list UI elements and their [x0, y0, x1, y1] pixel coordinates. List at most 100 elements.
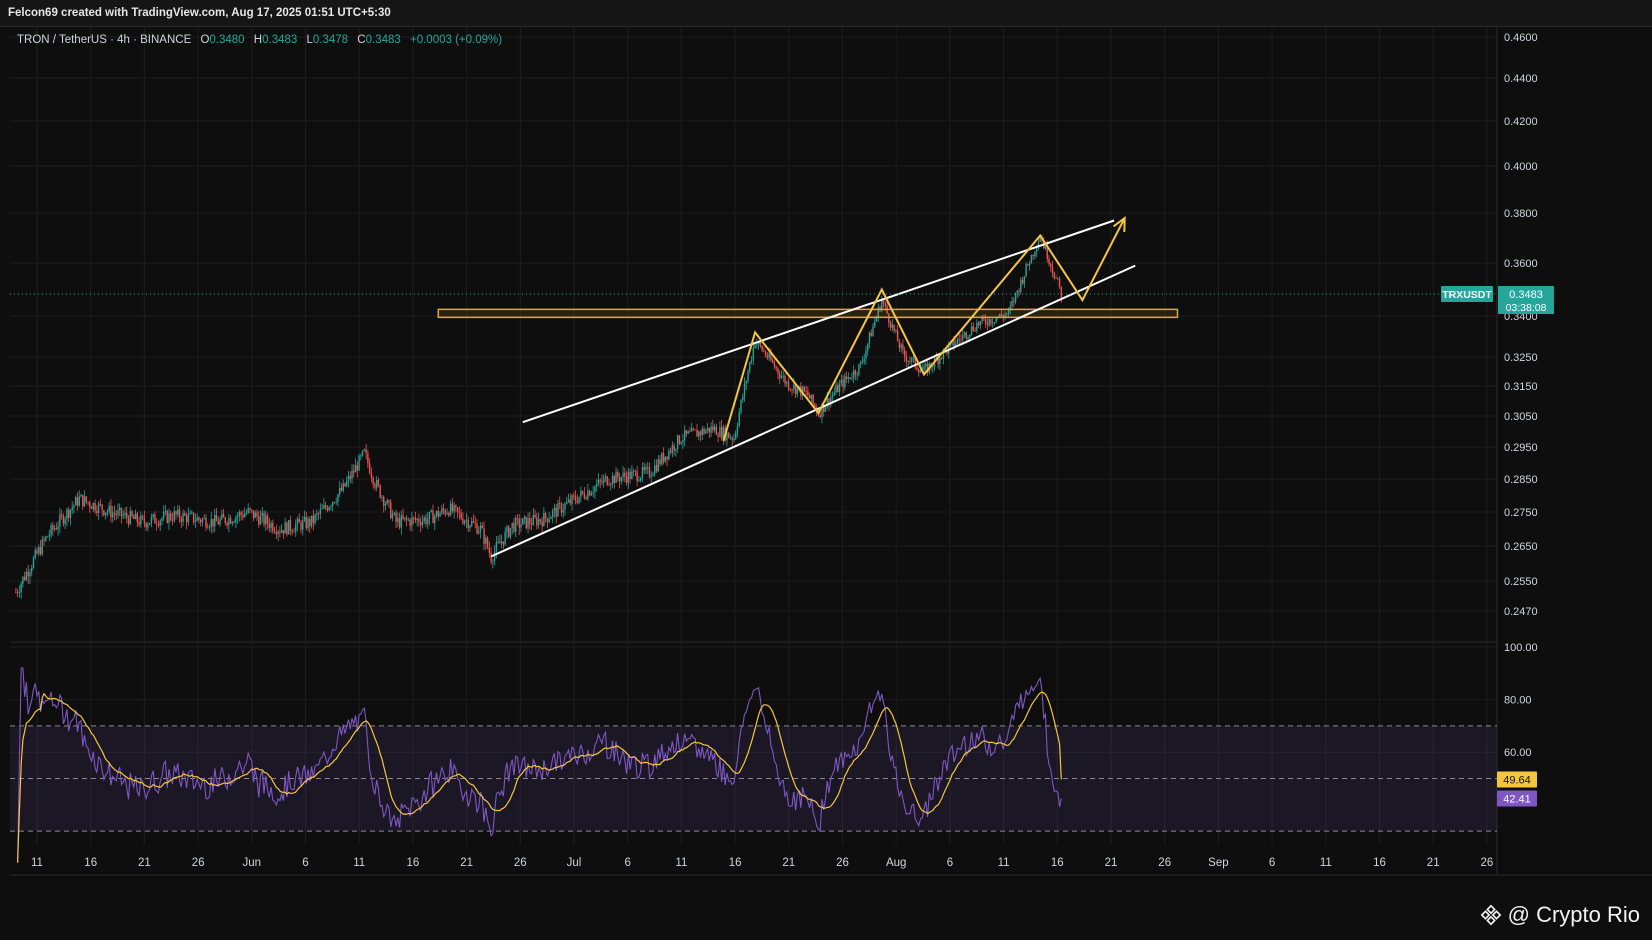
time-axis-label: 26 [1158, 857, 1171, 869]
price-axis-label: 0.4000 [1504, 161, 1538, 173]
candle [583, 493, 586, 498]
candle [835, 385, 837, 393]
candle [131, 511, 133, 517]
candle [124, 512, 126, 516]
candle [768, 353, 770, 358]
candle [1048, 259, 1050, 265]
candle [59, 514, 61, 527]
candle [52, 525, 54, 530]
candle [969, 334, 971, 338]
candle [275, 532, 278, 535]
candle [432, 510, 434, 524]
candle [258, 516, 260, 525]
candle [791, 389, 793, 391]
candle [650, 475, 652, 477]
candle [824, 407, 827, 412]
candle [339, 487, 341, 495]
candle [578, 496, 580, 503]
candle [266, 515, 269, 524]
candle [611, 476, 614, 484]
candle [64, 519, 66, 524]
candle [1034, 251, 1036, 257]
time-axis-label: Jul [567, 857, 582, 869]
candle [1011, 301, 1013, 306]
candle [1014, 292, 1017, 303]
candle [340, 487, 343, 491]
candle [863, 358, 865, 362]
trading-chart[interactable]: 0.4600 0.4400 0.4200 0.4000 0.3800 0.3600 0.34… [0, 0, 1652, 940]
candle [154, 514, 156, 524]
candle [199, 519, 202, 523]
candle [108, 505, 110, 512]
candle [736, 425, 739, 433]
candle [858, 364, 860, 375]
candle [608, 484, 610, 486]
price-axis-label: 0.2950 [1504, 442, 1538, 454]
candle [749, 362, 751, 372]
candle [80, 494, 82, 497]
candle [777, 368, 779, 374]
candle [462, 518, 464, 524]
candle [842, 379, 844, 388]
candle [986, 323, 989, 326]
candle [742, 396, 744, 401]
candle [974, 330, 976, 332]
candle [603, 478, 605, 483]
candle [265, 515, 267, 525]
candle [353, 470, 355, 473]
candle [254, 512, 256, 518]
candle [330, 506, 332, 508]
candle [867, 343, 869, 351]
candle [374, 484, 376, 488]
candle [976, 322, 978, 332]
candle [543, 512, 545, 527]
candle [837, 385, 839, 393]
candle [844, 376, 846, 388]
candle [53, 528, 56, 530]
candle [859, 362, 862, 365]
candle [78, 496, 80, 506]
candle [171, 519, 174, 521]
candle [735, 432, 737, 439]
price-axis-label: 0.2470 [1504, 606, 1538, 618]
candle [1058, 278, 1061, 287]
price-axis-label: 0.2750 [1504, 507, 1538, 519]
candle [38, 547, 40, 554]
candle [940, 357, 943, 359]
symbol-name[interactable]: TRON / TetherUS · 4h · BINANCE [17, 34, 191, 46]
candle [657, 459, 659, 472]
candle [903, 350, 906, 357]
candle [226, 523, 228, 526]
candle [1055, 277, 1057, 279]
candle [451, 503, 454, 512]
candle [302, 520, 304, 530]
binance-logo-icon [1480, 904, 1501, 926]
candle [404, 517, 406, 519]
candle [682, 440, 684, 443]
candle [643, 467, 645, 471]
candle [111, 512, 114, 518]
candle [87, 501, 89, 503]
candle [729, 437, 732, 439]
time-axis-label: 26 [514, 857, 527, 869]
candle [662, 453, 665, 462]
candle [972, 326, 975, 331]
candle [701, 428, 703, 436]
candle [439, 513, 441, 517]
candle [675, 448, 677, 451]
candle [597, 479, 600, 485]
candle [884, 303, 887, 306]
candle [683, 430, 686, 441]
candle [550, 517, 552, 520]
candle [25, 571, 28, 580]
candle [838, 383, 841, 393]
candle [20, 583, 22, 593]
candle [370, 473, 373, 478]
candle [569, 499, 571, 504]
candle [731, 437, 733, 440]
price-axis-label: 0.3050 [1504, 411, 1538, 423]
candle [648, 467, 651, 477]
change-value: +0.0003 (+0.09%) [410, 34, 503, 46]
candle [397, 518, 399, 523]
candle [196, 517, 198, 521]
